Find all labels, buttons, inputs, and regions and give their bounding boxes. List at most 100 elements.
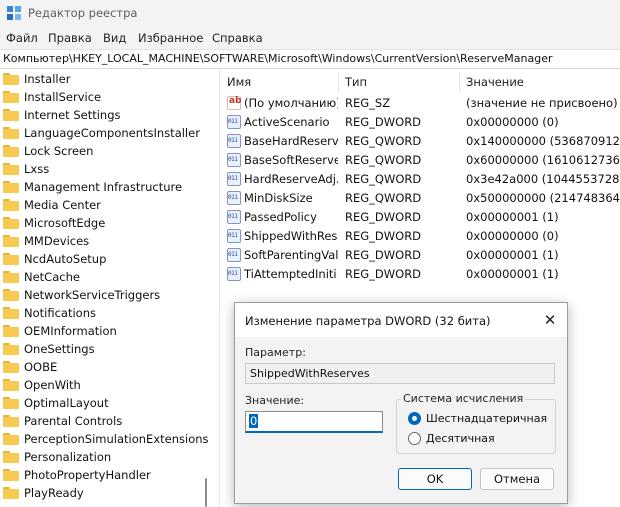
menu-file[interactable]: Файл bbox=[6, 31, 38, 45]
column-header-value[interactable]: Значение bbox=[466, 75, 524, 89]
tree-item-label: Notifications bbox=[24, 306, 96, 320]
column-divider[interactable] bbox=[459, 72, 460, 92]
base-group-title: Система исчисления bbox=[401, 392, 526, 405]
folder-icon bbox=[3, 91, 19, 103]
tree-item[interactable]: Media Center bbox=[3, 196, 101, 214]
tree-item[interactable]: OneSettings bbox=[3, 340, 95, 358]
table-row[interactable]: TiAttemptedIniti... REG_DWORD 0x00000001… bbox=[220, 265, 620, 284]
folder-icon bbox=[3, 415, 19, 427]
folder-icon bbox=[3, 469, 19, 481]
table-row[interactable]: ShippedWithRes... REG_DWORD 0x00000000 (… bbox=[220, 227, 620, 246]
tree-item[interactable]: OEMInformation bbox=[3, 322, 117, 340]
tree-item-label: PhotoPropertyHandler bbox=[24, 468, 151, 482]
value-name: SoftParentingVal... bbox=[244, 248, 338, 262]
folder-icon bbox=[3, 289, 19, 301]
menu-favorites[interactable]: Избранное bbox=[138, 31, 203, 45]
tree-item-label: Lock Screen bbox=[24, 144, 94, 158]
tree-item[interactable]: NcdAutoSetup bbox=[3, 250, 106, 268]
folder-icon bbox=[3, 163, 19, 175]
tree-item[interactable]: Notifications bbox=[3, 304, 96, 322]
table-row[interactable]: HardReserveAdj... REG_QWORD 0x3e42a000 (… bbox=[220, 170, 620, 189]
value-type: REG_DWORD bbox=[345, 248, 422, 262]
tree-item[interactable]: PerceptionSimulationExtensions bbox=[3, 430, 209, 448]
values-list-header: Имя Тип Значение bbox=[220, 70, 620, 94]
folder-icon bbox=[3, 307, 19, 319]
value-data: 0x60000000 (1610612736) bbox=[466, 153, 620, 167]
value-data: 0x00000001 (1) bbox=[466, 210, 559, 224]
address-bar[interactable]: Компьютер\HKEY_LOCAL_MACHINE\SOFTWARE\Mi… bbox=[0, 49, 620, 69]
close-icon[interactable]: ✕ bbox=[539, 309, 561, 331]
tree-item[interactable]: InstallService bbox=[3, 88, 101, 106]
radio-hexadecimal[interactable] bbox=[408, 412, 421, 425]
radio-hexadecimal-label[interactable]: Шестнадцатеричная bbox=[426, 412, 547, 425]
tree-item[interactable]: Parental Controls bbox=[3, 412, 122, 430]
dialog-title-bar[interactable]: Изменение параметра DWORD (32 бита) ✕ bbox=[235, 303, 567, 337]
binary-value-icon bbox=[227, 248, 241, 262]
title-bar: Редактор реестра bbox=[0, 0, 620, 27]
tree-item[interactable]: Lxss bbox=[3, 160, 49, 178]
tree-item[interactable]: LanguageComponentsInstaller bbox=[3, 124, 200, 142]
tree-item[interactable]: MicrosoftEdge bbox=[3, 214, 105, 232]
tree-item-label: OneSettings bbox=[24, 342, 95, 356]
tree-item-label: Parental Controls bbox=[24, 414, 123, 428]
tree-item[interactable]: OOBE bbox=[3, 358, 57, 376]
table-row[interactable]: (По умолчанию) REG_SZ (значение не присв… bbox=[220, 94, 620, 113]
menu-edit[interactable]: Правка bbox=[48, 31, 92, 45]
tree-item[interactable]: OpenWith bbox=[3, 376, 81, 394]
binary-value-icon bbox=[227, 115, 241, 129]
tree-item[interactable]: Internet Settings bbox=[3, 106, 121, 124]
value-name: (По умолчанию) bbox=[244, 96, 338, 110]
binary-value-icon bbox=[227, 210, 241, 224]
table-row[interactable]: SoftParentingVal... REG_DWORD 0x00000001… bbox=[220, 246, 620, 265]
menu-view[interactable]: Вид bbox=[103, 31, 126, 45]
table-row[interactable]: MinDiskSize REG_QWORD 0x500000000 (21474… bbox=[220, 189, 620, 208]
value-data-input[interactable]: 0 bbox=[245, 411, 383, 433]
folder-icon bbox=[3, 343, 19, 355]
menu-help[interactable]: Справка bbox=[212, 31, 263, 45]
value-data-text: 0 bbox=[249, 414, 259, 428]
tree-item[interactable]: Installer bbox=[3, 70, 70, 88]
column-header-type[interactable]: Тип bbox=[345, 75, 367, 89]
tree-item[interactable]: PlayReady bbox=[3, 484, 84, 502]
table-row[interactable]: PassedPolicy REG_DWORD 0x00000001 (1) bbox=[220, 208, 620, 227]
ok-button[interactable]: OK bbox=[398, 468, 472, 490]
column-header-name[interactable]: Имя bbox=[227, 75, 251, 89]
tree-item[interactable]: PhotoPropertyHandler bbox=[3, 466, 151, 484]
table-row[interactable]: BaseSoftReserve... REG_QWORD 0x60000000 … bbox=[220, 151, 620, 170]
binary-value-icon bbox=[227, 267, 241, 281]
tree-item-label: OptimalLayout bbox=[24, 396, 109, 410]
binary-value-icon bbox=[227, 229, 241, 243]
tree-scrollbar[interactable] bbox=[205, 478, 207, 507]
folder-icon bbox=[3, 487, 19, 499]
tree-item-label: Media Center bbox=[24, 198, 101, 212]
tree-item[interactable]: NetCache bbox=[3, 268, 80, 286]
value-name: BaseHardReserv... bbox=[244, 134, 338, 148]
registry-editor-icon bbox=[7, 6, 21, 20]
radio-decimal-label[interactable]: Десятичная bbox=[426, 432, 495, 445]
folder-icon bbox=[3, 451, 19, 463]
tree-item[interactable]: Management Infrastructure bbox=[3, 178, 182, 196]
value-type: REG_QWORD bbox=[345, 153, 422, 167]
radio-decimal[interactable] bbox=[408, 432, 421, 445]
tree-item[interactable]: OptimalLayout bbox=[3, 394, 109, 412]
tree-item-label: NcdAutoSetup bbox=[24, 252, 107, 266]
tree-item-label: Internet Settings bbox=[24, 108, 121, 122]
binary-value-icon bbox=[227, 172, 241, 186]
column-divider[interactable] bbox=[338, 72, 339, 92]
parameter-name-field: ShippedWithReserves bbox=[245, 363, 555, 384]
value-type: REG_DWORD bbox=[345, 210, 422, 224]
tree-item[interactable]: Lock Screen bbox=[3, 142, 93, 160]
table-row[interactable]: ActiveScenario REG_DWORD 0x00000000 (0) bbox=[220, 113, 620, 132]
folder-icon bbox=[3, 379, 19, 391]
tree-item[interactable]: MMDevices bbox=[3, 232, 89, 250]
window-title: Редактор реестра bbox=[28, 6, 138, 20]
key-tree: Installer InstallService Internet Settin… bbox=[0, 70, 214, 507]
cancel-button[interactable]: Отмена bbox=[480, 468, 554, 490]
tree-item[interactable]: NetworkServiceTriggers bbox=[3, 286, 160, 304]
tree-item-label: NetCache bbox=[24, 270, 80, 284]
tree-item[interactable]: Personalization bbox=[3, 448, 111, 466]
address-path[interactable]: Компьютер\HKEY_LOCAL_MACHINE\SOFTWARE\Mi… bbox=[3, 52, 553, 65]
folder-icon bbox=[3, 181, 19, 193]
edit-dword-dialog: Изменение параметра DWORD (32 бита) ✕ Па… bbox=[234, 302, 568, 504]
table-row[interactable]: BaseHardReserv... REG_QWORD 0x140000000 … bbox=[220, 132, 620, 151]
